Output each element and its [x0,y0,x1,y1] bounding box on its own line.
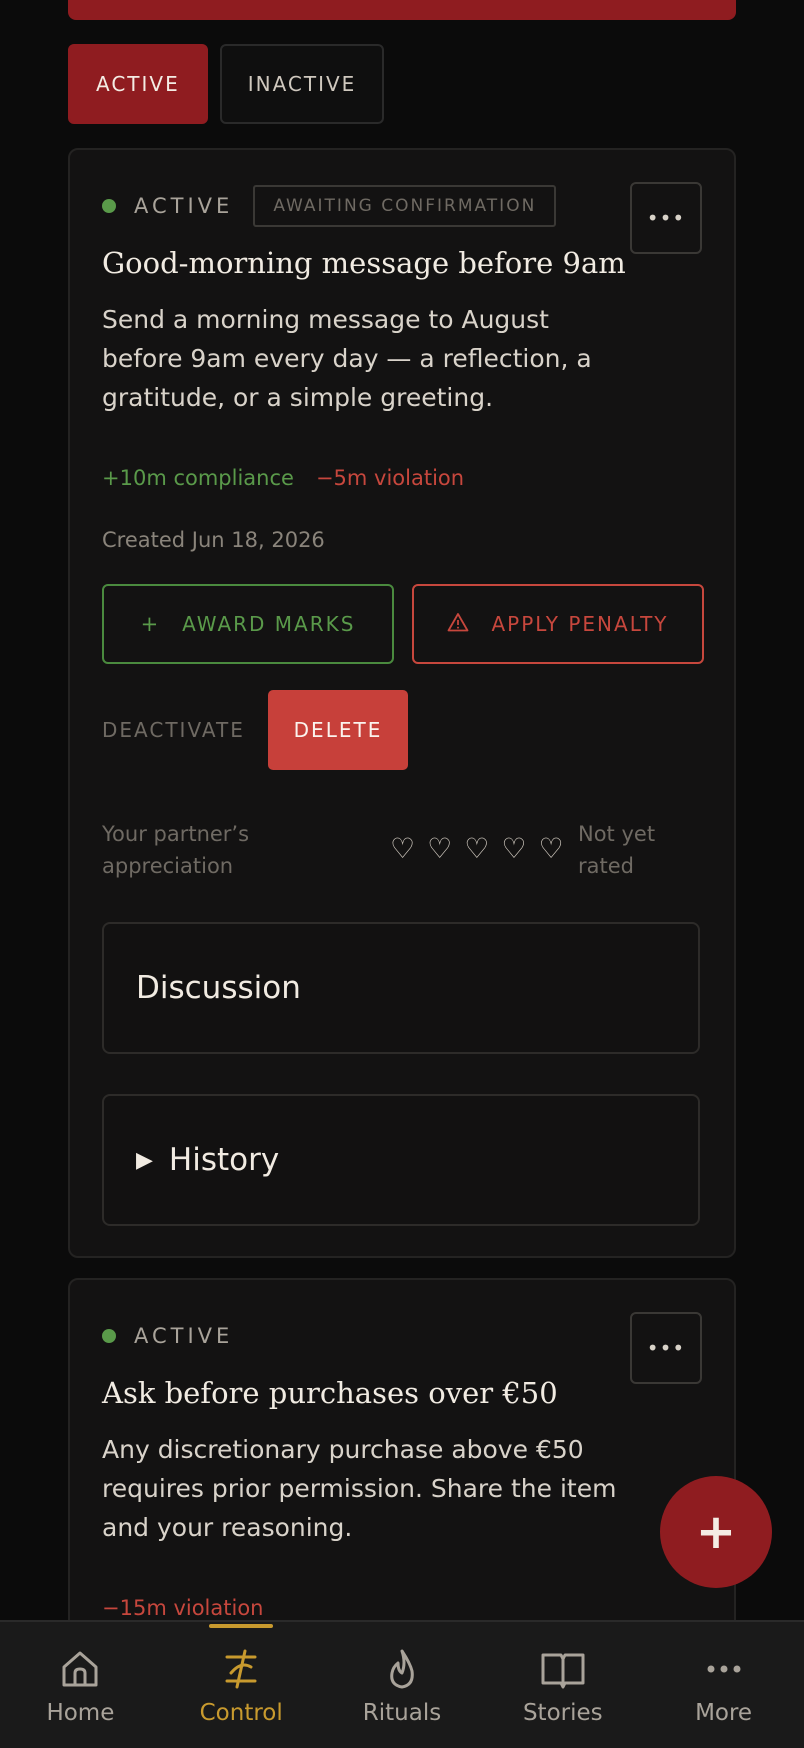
nav-item-more[interactable]: More [643,1622,804,1748]
award-marks-label: AWARD MARKS [182,612,356,636]
apply-penalty-label: APPLY PENALTY [491,612,669,636]
nav-label: Rituals [362,1700,442,1726]
bottom-nav: Home Control Rituals Stories More [0,1620,804,1748]
appreciation-rating: ♡ ♡ ♡ ♡ ♡ [390,832,564,865]
nav-item-control[interactable]: Control [161,1622,322,1748]
heart-icon[interactable]: ♡ [427,832,452,865]
violation-points: −15m violation [102,1596,264,1620]
points-row: −15m violation [102,1596,264,1620]
heart-icon[interactable]: ♡ [390,832,415,865]
discussion-panel[interactable]: Discussion [102,922,700,1054]
history-label: History [168,1142,280,1178]
heart-icon[interactable]: ♡ [464,832,489,865]
status-label: ACTIVE [134,194,234,218]
nav-item-stories[interactable]: Stories [482,1622,643,1748]
triangle-right-icon: ▶ [136,1147,153,1173]
nav-label: Stories [522,1700,603,1726]
more-options-button[interactable]: ••• [630,1312,702,1384]
award-marks-button[interactable]: + AWARD MARKS [102,584,394,664]
heart-icon[interactable]: ♡ [538,832,563,865]
nav-label: More [695,1700,753,1726]
points-row: +10m compliance −5m violation [102,466,464,490]
nav-label: Home [46,1700,115,1726]
nav-item-rituals[interactable]: Rituals [322,1622,483,1748]
plus-icon: + [140,612,161,636]
book-icon [539,1644,587,1694]
history-toggle[interactable]: ▶ History [102,1094,700,1226]
nav-item-home[interactable]: Home [0,1622,161,1748]
active-indicator [209,1624,274,1628]
deactivate-button[interactable]: DEACTIVATE [102,718,245,742]
status-dot-icon [102,1329,116,1343]
more-options-button[interactable]: ••• [630,182,702,254]
tab-active[interactable]: ACTIVE [68,44,208,124]
discussion-label: Discussion [136,970,301,1006]
rule-card: ACTIVE AWAITING CONFIRMATION ••• Good-mo… [68,148,736,1258]
control-icon [219,1644,263,1694]
rule-title: Ask before purchases over €50 [102,1376,558,1410]
rating-status: Not yet rated [578,822,656,878]
tab-inactive[interactable]: INACTIVE [219,44,385,124]
rule-description: Any discretionary purchase above €50 req… [102,1435,617,1542]
violation-points: −5m violation [315,466,465,490]
add-rule-button[interactable]: + [660,1476,772,1588]
compliance-points: +10m compliance [102,466,294,490]
status-dot-icon [102,199,116,213]
rule-title: Good-morning message before 9am [102,246,626,280]
delete-button[interactable]: DELETE [268,690,408,770]
nav-label: Control [199,1700,283,1726]
apply-penalty-button[interactable]: APPLY PENALTY [412,584,704,664]
home-icon [58,1644,102,1694]
warning-icon [447,612,469,637]
appreciation-label: Your partner’s appreciation [102,822,250,878]
top-banner[interactable] [68,0,736,20]
status-row: ACTIVE [102,1316,233,1356]
page: ACTIVE INACTIVE ACTIVE AWAITING CONFIRMA… [0,0,804,1748]
status-label: ACTIVE [134,1324,234,1348]
rule-description: Send a morning message to August before … [102,305,592,412]
heart-icon[interactable]: ♡ [501,832,526,865]
status-row: ACTIVE AWAITING CONFIRMATION [102,185,557,227]
more-icon [702,1644,746,1694]
rule-card: ACTIVE ••• Ask before purchases over €50… [68,1278,736,1638]
filter-tabs: ACTIVE INACTIVE [68,44,385,124]
status-badge: AWAITING CONFIRMATION [253,185,557,227]
created-date: Created Jun 18, 2026 [102,528,325,552]
flame-icon [380,1644,424,1694]
